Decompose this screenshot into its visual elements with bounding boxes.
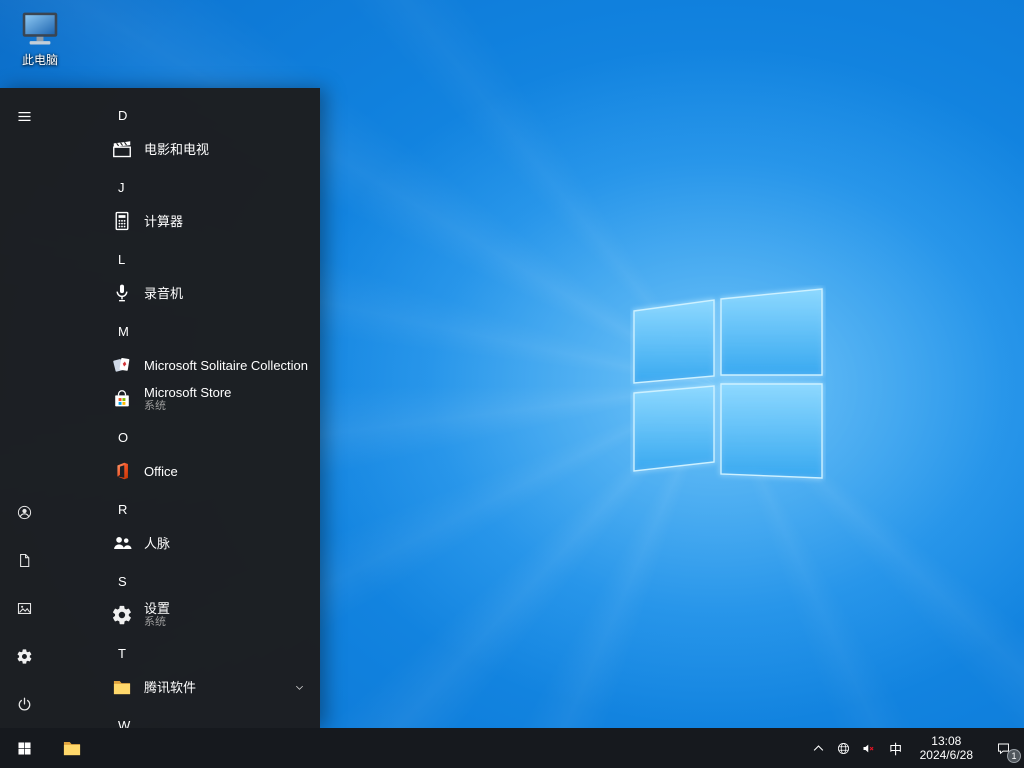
start-letter-l[interactable]: L: [48, 242, 320, 276]
tray-show-hidden-icons-button[interactable]: [806, 728, 831, 768]
tray-network-button[interactable]: [831, 728, 856, 768]
app-text: Office: [144, 464, 178, 479]
start-app-voice-recorder[interactable]: 录音机: [48, 276, 320, 310]
start-app-tencent-software[interactable]: 腾讯软件: [48, 670, 320, 704]
clock-date: 2024/6/28: [919, 748, 973, 762]
start-app-settings[interactable]: 设置 系统: [48, 598, 320, 632]
start-menu: D 电影和电视 J 计算器 L 录音机 M Microsoft Solitaire Colle…: [0, 88, 320, 728]
letter-label: W: [118, 717, 131, 729]
chevron-down-icon: [294, 682, 305, 693]
account-icon: [16, 504, 33, 521]
calculator-icon: [110, 209, 134, 233]
app-name: Office: [144, 463, 178, 479]
start-letter-m[interactable]: M: [48, 314, 320, 348]
pictures-icon: [16, 600, 33, 617]
this-pc-icon: [19, 10, 61, 48]
start-letter-d[interactable]: D: [48, 98, 320, 132]
volume-muted-icon: [861, 741, 876, 756]
start-rail-bottom-group: [0, 488, 48, 728]
wallpaper-windows-logo: [633, 288, 823, 479]
settings-icon: [16, 648, 33, 665]
action-center-button[interactable]: 1: [982, 728, 1024, 768]
start-app-list: D 电影和电视 J 计算器 L 录音机 M Microsoft Solitaire Colle…: [48, 88, 320, 728]
app-name: Microsoft Solitaire Collection: [144, 357, 309, 373]
app-name: 计算器: [144, 213, 184, 229]
start-letter-t[interactable]: T: [48, 636, 320, 670]
letter-label: L: [118, 251, 126, 267]
taskbar-clock[interactable]: 13:08 2024/6/28: [911, 728, 982, 768]
app-name: 电影和电视: [144, 141, 210, 157]
chevron-up-icon: [811, 741, 826, 756]
app-text: 人脉: [144, 536, 170, 551]
people-icon: [110, 531, 134, 555]
start-rail-documents-button[interactable]: [0, 536, 48, 584]
app-name: 腾讯软件: [144, 679, 197, 695]
microsoft-solitaire-collection-icon: [110, 353, 134, 377]
start-app-calculator[interactable]: 计算器: [48, 204, 320, 238]
office-icon: [110, 459, 134, 483]
app-text: 电影和电视: [144, 142, 209, 157]
tray-ime-indicator[interactable]: 中: [881, 728, 911, 768]
start-rail-top-group: [0, 92, 48, 140]
letter-label: D: [118, 107, 128, 123]
app-text: 录音机: [144, 286, 183, 301]
start-button[interactable]: [0, 728, 48, 768]
app-text: 计算器: [144, 214, 183, 229]
tray-volume-muted-button[interactable]: [856, 728, 881, 768]
app-text: Microsoft Store 系统: [144, 385, 231, 413]
start-rail-menu-button[interactable]: [0, 92, 48, 140]
app-text: Microsoft Solitaire Collection: [144, 358, 308, 373]
notification-badge: 1: [1007, 749, 1021, 763]
start-letter-o[interactable]: O: [48, 420, 320, 454]
start-rail-account-button[interactable]: [0, 488, 48, 536]
menu-icon: [16, 108, 33, 125]
tencent-software-icon: [110, 675, 134, 699]
documents-icon: [16, 552, 33, 569]
letter-label: R: [118, 501, 128, 517]
letter-label: M: [118, 323, 129, 339]
system-tray: 中 13:08 2024/6/28 1: [806, 728, 1024, 768]
app-subtitle: 系统: [144, 616, 166, 628]
start-rail: [0, 88, 48, 728]
voice-recorder-icon: [110, 281, 134, 305]
settings-icon: [110, 603, 134, 627]
start-letter-w[interactable]: W: [48, 708, 320, 729]
app-name: 设置: [144, 601, 171, 616]
start-app-people[interactable]: 人脉: [48, 526, 320, 560]
app-name: 录音机: [144, 285, 184, 301]
start-app-movies-tv[interactable]: 电影和电视: [48, 132, 320, 166]
start-letter-j[interactable]: J: [48, 170, 320, 204]
letter-label: S: [118, 573, 127, 589]
this-pc-label: 此电脑: [21, 53, 58, 67]
letter-label: J: [118, 179, 125, 195]
letter-label: O: [118, 429, 129, 445]
app-text: 设置 系统: [144, 601, 170, 629]
letter-label: T: [118, 645, 126, 661]
movies-tv-icon: [110, 137, 134, 161]
start-rail-pictures-button[interactable]: [0, 584, 48, 632]
app-subtitle: 系统: [144, 400, 166, 412]
app-name: 人脉: [144, 535, 171, 551]
app-name: Microsoft Store: [144, 385, 232, 400]
taskbar: 中 13:08 2024/6/28 1: [0, 728, 1024, 768]
start-letter-s[interactable]: S: [48, 564, 320, 598]
taskbar-file-explorer-button[interactable]: [48, 728, 96, 768]
start-app-office[interactable]: Office: [48, 454, 320, 488]
app-text: 腾讯软件: [144, 680, 196, 695]
start-rail-power-button[interactable]: [0, 680, 48, 728]
power-icon: [16, 696, 33, 713]
start-letter-r[interactable]: R: [48, 492, 320, 526]
windows-logo-icon: [16, 740, 33, 757]
microsoft-store-icon: [110, 387, 134, 411]
file-explorer-icon: [61, 737, 83, 759]
start-app-microsoft-store[interactable]: Microsoft Store 系统: [48, 382, 320, 416]
start-app-microsoft-solitaire-collection[interactable]: Microsoft Solitaire Collection: [48, 348, 320, 382]
network-icon: [836, 741, 851, 756]
clock-time: 13:08: [931, 734, 962, 748]
start-rail-settings-button[interactable]: [0, 632, 48, 680]
desktop-icon-this-pc[interactable]: 此电脑: [12, 10, 68, 68]
